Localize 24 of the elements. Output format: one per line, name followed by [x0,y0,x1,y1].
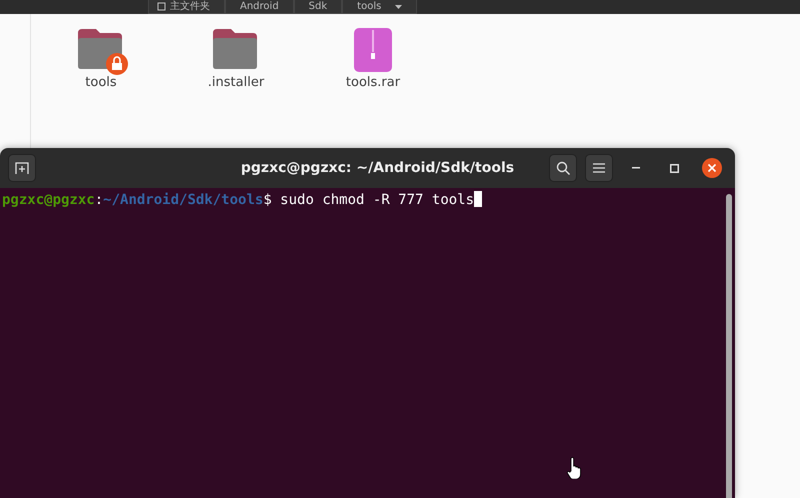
search-button[interactable] [549,154,577,182]
file-name: .installer [208,75,264,90]
path-button[interactable]: 主文件夹 [148,0,225,14]
lock-badge-icon [106,53,128,75]
maximize-icon [670,164,678,172]
archive-icon[interactable] [353,27,393,73]
search-icon [556,160,570,176]
path-button[interactable]: tools [342,0,418,14]
caret-icon [395,4,402,8]
terminal-line: pgzxc@pgzxc:~/Android/Sdk/tools$ sudo chmod -R 777 tools [2,191,735,208]
close-icon [702,158,722,178]
menu-icon [593,163,605,173]
hand-pointer-icon [567,457,583,479]
file-name: tools [85,75,117,90]
file-name: tools.rar [346,75,400,90]
window-title: pgzxc@pgzxc: ~/Android/Sdk/tools [240,160,516,176]
path-button[interactable]: Sdk [294,0,342,14]
new-tab-icon [15,161,29,175]
new-tab-button[interactable] [8,154,36,182]
minimize-icon [632,167,640,169]
home-icon [157,2,166,11]
scrollbar[interactable] [726,194,732,498]
menu-button[interactable] [585,154,613,182]
path-button[interactable]: Android [225,0,294,14]
